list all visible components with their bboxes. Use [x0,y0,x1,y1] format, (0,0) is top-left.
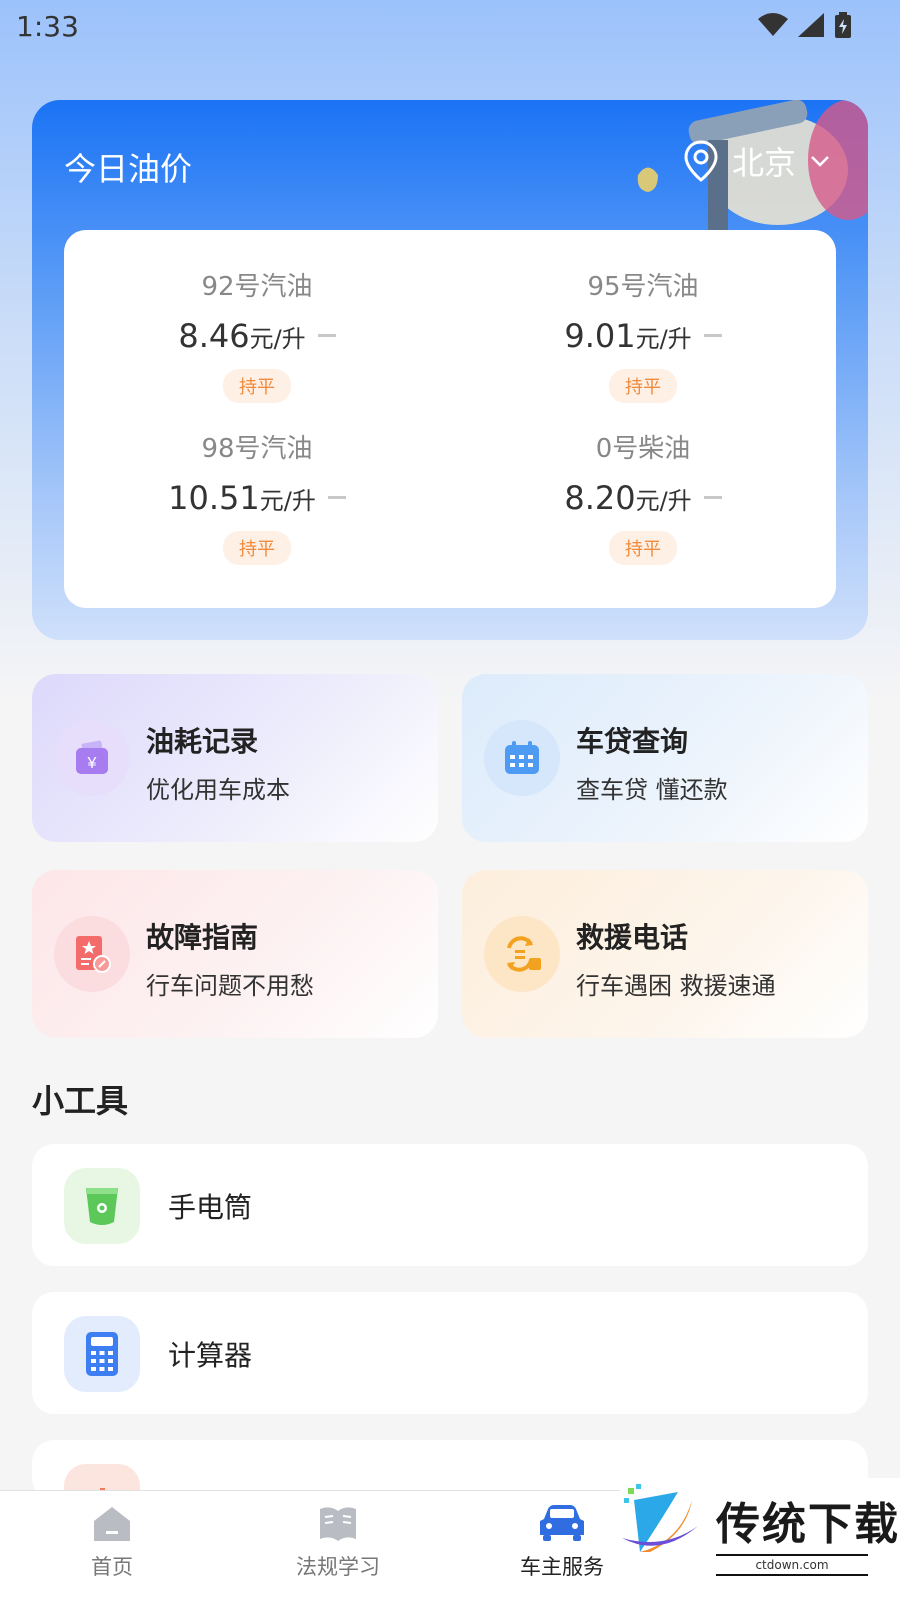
car-icon [540,1505,584,1541]
service-subtitle: 优化用车成本 [146,776,290,804]
city-name: 北京 [731,144,796,182]
trend-badge: 持平 [609,531,677,565]
tools-section-title: 小工具 [32,1082,129,1120]
status-bar: 1:33 [0,0,900,50]
rescue-exchange-icon [484,916,560,992]
book-icon [320,1507,356,1541]
calculator-tool-item[interactable]: 计算器 [32,1292,868,1414]
fuel-name: 92号汽油 [201,272,313,302]
tool-label: 计算器 [168,1339,253,1372]
car-loan-card[interactable]: 车贷查询 查车贷 懂还款 [462,674,868,842]
fuel-price-unit: 元/升 [249,325,306,353]
tab-owner-services[interactable]: 车主服务 [492,1503,632,1581]
tool-label: 手电筒 [168,1191,253,1224]
rescue-phone-card[interactable]: 救援电话 行车遇困 救援速通 [462,870,868,1038]
fuel-name: 95号汽油 [587,272,699,302]
trend-badge: 持平 [223,531,291,565]
nav-label: 首页 [91,1555,133,1579]
fuel-price: 8.20 元/升 [450,479,836,517]
price-item: 0号柴油 8.20 元/升 持平 [450,392,836,565]
fuel-price-unit: 元/升 [635,487,692,515]
status-icons [758,12,852,38]
nav-label: 法规学习 [296,1555,380,1579]
flashlight-icon [64,1168,140,1244]
nav-label: 车主服务 [520,1555,604,1579]
fuel-price-value: 8.20 [564,479,636,517]
fuel-price: 9.01 元/升 [450,317,836,355]
flashlight-tool-item[interactable]: 手电筒 [32,1144,868,1266]
calculator-icon [64,1316,140,1392]
oil-price-card: 今日油价 北京 92号汽油 8.46 元/升 持平 95号汽油 9.01 元/升 持… [32,100,868,640]
status-time: 1:33 [16,10,79,43]
price-item: 95号汽油 9.01 元/升 持平 [450,230,836,403]
service-title: 救援电话 [576,921,689,954]
fuel-price-value: 9.01 [564,317,636,355]
fuel-price: 10.51 元/升 [64,479,450,517]
wallet-yen-icon: ¥ [54,720,130,796]
fuel-price-unit: 元/升 [635,325,692,353]
oil-price-title: 今日油价 [64,150,193,188]
watermark-text: 传统下载 [716,1499,900,1550]
watermark: 传统下载 ctdown.com [620,1478,900,1600]
price-item: 92号汽油 8.46 元/升 持平 [64,230,450,403]
tab-regulations[interactable]: 法规学习 [268,1503,408,1581]
fuel-record-card[interactable]: ¥ 油耗记录 优化用车成本 [32,674,438,842]
fuel-price-unit: 元/升 [259,487,316,515]
price-item: 98号汽油 10.51 元/升 持平 [64,392,450,565]
watermark-url: ctdown.com [716,1554,868,1576]
calendar-icon [484,720,560,796]
flat-trend-icon [317,334,336,337]
service-title: 故障指南 [146,921,259,954]
watermark-logo-icon [622,1484,698,1552]
wifi-icon [758,13,788,36]
fuel-name: 98号汽油 [201,434,313,464]
flat-trend-icon [703,334,722,337]
location-pin-icon [684,140,718,182]
service-subtitle: 查车贷 懂还款 [576,776,728,804]
fuel-price-value: 8.46 [178,317,250,355]
service-title: 油耗记录 [146,725,259,758]
fuel-price-value: 10.51 [168,479,260,517]
home-icon [94,1507,130,1541]
fault-guide-card[interactable]: 故障指南 行车问题不用愁 [32,870,438,1038]
service-subtitle: 行车问题不用愁 [146,972,314,1000]
fuel-name: 0号柴油 [595,434,691,464]
battery-icon [835,12,851,38]
city-selector[interactable]: 北京 [684,138,830,184]
flat-trend-icon [703,496,722,499]
price-panel: 92号汽油 8.46 元/升 持平 95号汽油 9.01 元/升 持平 98号汽油 … [64,230,836,608]
chevron-down-icon [811,156,829,167]
fuel-price: 8.46 元/升 [64,317,450,355]
signal-icon [798,13,824,37]
svg-text:¥: ¥ [87,755,97,772]
service-subtitle: 行车遇困 救援速通 [576,972,776,1000]
flat-trend-icon [327,496,346,499]
guide-book-icon [54,916,130,992]
service-title: 车贷查询 [576,725,689,758]
tab-home[interactable]: 首页 [42,1503,182,1581]
